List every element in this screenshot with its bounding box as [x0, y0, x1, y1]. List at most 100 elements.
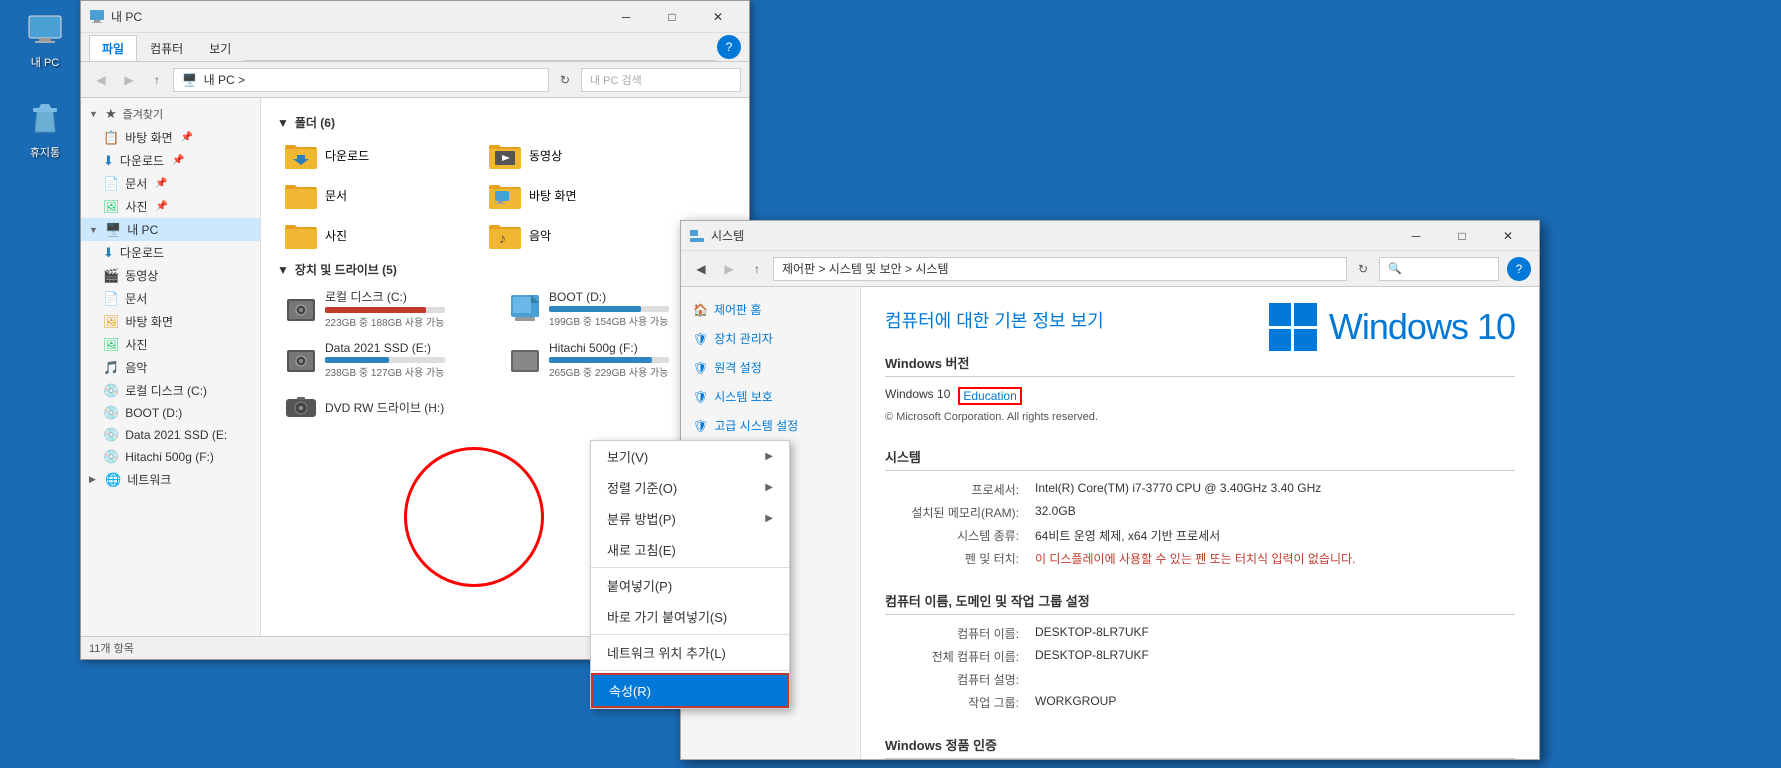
addressbar: ◀ ▶ ↑ 🖥️ 내 PC > ↻ 내 PC 검색 [81, 62, 749, 98]
address-field[interactable]: 🖥️ 내 PC > [173, 68, 549, 92]
computer-desc-label: 컴퓨터 설명: [885, 671, 1035, 688]
sidebar-item-mypc[interactable]: ▼ 🖥️ 내 PC [81, 218, 260, 241]
sys-sidebar-protection[interactable]: 🛡 시스템 보호 [681, 382, 860, 411]
folder-name-doc: 문서 [325, 187, 347, 204]
tab-computer[interactable]: 컴퓨터 [137, 35, 196, 61]
system-titlebar: 시스템 ─ □ ✕ [681, 221, 1539, 251]
address-text: 내 PC > [204, 71, 245, 88]
sys-sidebar-advanced[interactable]: 🛡 고급 시스템 설정 [681, 411, 860, 440]
folder-grid: 다운로드 동영상 문서 바탕 화면 [277, 137, 733, 253]
sys-up-btn[interactable]: ↑ [745, 257, 769, 281]
sidebar-item-pictures[interactable]: 🖼 사진 📌 [81, 195, 260, 218]
shield-icon-device: 🛡 [693, 332, 708, 346]
ctx-sep1 [591, 567, 789, 568]
education-badge: Education [958, 387, 1021, 405]
sys-close-btn[interactable]: ✕ [1485, 220, 1531, 252]
search-placeholder: 내 PC 검색 [590, 72, 642, 88]
sidebar-item-docs2[interactable]: 📄 문서 [81, 287, 260, 310]
sys-help-btn[interactable]: ? [1507, 257, 1531, 281]
sidebar-item-edrive[interactable]: 💿 Data 2021 SSD (E: [81, 424, 260, 446]
sidebar-item-desktop2[interactable]: 🖼 바탕 화면 [81, 310, 260, 333]
help-btn[interactable]: ? [717, 35, 741, 59]
sys-maximize-btn[interactable]: □ [1439, 220, 1485, 252]
desktop-icon-mypc[interactable]: 내 PC [10, 10, 80, 70]
sidebar-item-favorites: ▼ ★ 즐겨찾기 [81, 102, 260, 126]
folders-section-header: ▼ 폴더 (6) [277, 114, 733, 131]
ctx-paste[interactable]: 붙여넣기(P) [591, 570, 789, 601]
desktop-icon-recycle[interactable]: 휴지통 [10, 100, 80, 160]
sys-forward-btn[interactable]: ▶ [717, 257, 741, 281]
shield-icon-protect: 🛡 [693, 390, 708, 404]
sidebar-item-downloads[interactable]: ⬇ 다운로드 📌 [81, 149, 260, 172]
full-name-label: 전체 컴퓨터 이름: [885, 648, 1035, 665]
sidebar-item-dl2[interactable]: ⬇ 다운로드 [81, 241, 260, 264]
close-btn[interactable]: ✕ [695, 1, 741, 33]
pen-touch-value: 이 디스플레이에 사용할 수 있는 펜 또는 터치식 입력이 없습니다. [1035, 550, 1355, 567]
win10-text: Windows 10 [1329, 306, 1515, 348]
ctx-sep2 [591, 634, 789, 635]
folder-item-desktop[interactable]: 바탕 화면 [481, 177, 681, 213]
mypc-label: 내 PC [31, 54, 59, 70]
forward-btn[interactable]: ▶ [117, 68, 141, 92]
drive-e[interactable]: Data 2021 SSD (E:) 238GB 중 127GB 사용 가능 [277, 337, 497, 383]
sys-search-field[interactable]: 🔍 [1379, 257, 1499, 281]
up-btn[interactable]: ↑ [145, 68, 169, 92]
sidebar-item-photos2[interactable]: 🖼 사진 [81, 333, 260, 356]
sidebar-item-fdrive[interactable]: 💿 Hitachi 500g (F:) [81, 446, 260, 468]
folder-name-video: 동영상 [529, 147, 562, 164]
folder-item-doc[interactable]: 문서 [277, 177, 477, 213]
drive-h[interactable]: DVD RW 드라이브 (H:) [277, 387, 497, 427]
folder-name-photo: 사진 [325, 227, 347, 244]
ctx-properties[interactable]: 속성(R) [591, 673, 789, 708]
sys-address-text: 제어판 > 시스템 및 보안 > 시스템 [782, 260, 949, 277]
arrow-icon-view: ▶ [765, 451, 773, 462]
ctx-network[interactable]: 네트워크 위치 추가(L) [591, 637, 789, 668]
drives-section-header: ▼ 장치 및 드라이브 (5) [277, 261, 733, 278]
context-menu: 보기(V) ▶ 정렬 기준(O) ▶ 분류 방법(P) ▶ 새로 고침(E) 붙… [590, 440, 790, 709]
system-window: 시스템 ─ □ ✕ ◀ ▶ ↑ 제어판 > 시스템 및 보안 > 시스템 ↻ 🔍… [680, 220, 1540, 760]
sys-back-btn[interactable]: ◀ [689, 257, 713, 281]
sys-sidebar-controlpanel[interactable]: 🏠 제어판 홈 [681, 295, 860, 324]
computer-name-label: 컴퓨터 이름: [885, 625, 1035, 642]
sidebar-item-docs[interactable]: 📄 문서 📌 [81, 172, 260, 195]
minimize-btn[interactable]: ─ [603, 1, 649, 33]
sys-address-field[interactable]: 제어판 > 시스템 및 보안 > 시스템 [773, 257, 1347, 281]
refresh-btn[interactable]: ↻ [553, 68, 577, 92]
sidebar-item-cdrive[interactable]: 💿 로컬 디스크 (C:) [81, 379, 260, 402]
processor-value: Intel(R) Core(TM) i7-3770 CPU @ 3.40GHz … [1035, 481, 1321, 498]
search-field[interactable]: 내 PC 검색 [581, 68, 741, 92]
sys-minimize-btn[interactable]: ─ [1393, 220, 1439, 252]
chevron-down-folders: ▼ [277, 116, 289, 130]
workgroup-value: WORKGROUP [1035, 694, 1116, 711]
system-body: 🏠 제어판 홈 🛡 장치 관리자 🛡 원격 설정 🛡 시스템 보호 🛡 [681, 287, 1539, 759]
chevron-down-drives: ▼ [277, 263, 289, 277]
folder-item-music[interactable]: ♪ 음악 [481, 217, 681, 253]
maximize-btn[interactable]: □ [649, 1, 695, 33]
folder-item-download[interactable]: 다운로드 [277, 137, 477, 173]
computer-section-title: 컴퓨터 이름, 도메인 및 작업 그룹 설정 [885, 591, 1515, 615]
tab-file[interactable]: 파일 [89, 35, 137, 61]
sidebar-item-ddrive[interactable]: 💿 BOOT (D:) [81, 402, 260, 424]
ctx-group[interactable]: 분류 방법(P) ▶ [591, 503, 789, 534]
ctx-paste-shortcut[interactable]: 바로 가기 붙여넣기(S) [591, 601, 789, 632]
system-type-value: 64비트 운영 체제, x64 기반 프로세서 [1035, 527, 1220, 544]
back-btn[interactable]: ◀ [89, 68, 113, 92]
sidebar-item-music[interactable]: 🎵 음악 [81, 356, 260, 379]
sidebar-item-network[interactable]: ▶ 🌐 네트워크 [81, 468, 260, 491]
folder-item-video[interactable]: 동영상 [481, 137, 681, 173]
computer-name-section: 컴퓨터 이름, 도메인 및 작업 그룹 설정 컴퓨터 이름: DESKTOP-8… [885, 591, 1515, 711]
ctx-view[interactable]: 보기(V) ▶ [591, 441, 789, 472]
sidebar-item-desktop[interactable]: 📋 바탕 화면 📌 [81, 126, 260, 149]
ctx-refresh[interactable]: 새로 고침(E) [591, 534, 789, 565]
folder-item-photo[interactable]: 사진 [277, 217, 477, 253]
ctx-sort[interactable]: 정렬 기준(O) ▶ [591, 472, 789, 503]
tab-view[interactable]: 보기 [196, 35, 244, 61]
sidebar-item-videos[interactable]: 🎬 동영상 [81, 264, 260, 287]
sys-sidebar-remote[interactable]: 🛡 원격 설정 [681, 353, 860, 382]
sys-sidebar-devicemgr[interactable]: 🛡 장치 관리자 [681, 324, 860, 353]
sys-refresh-btn[interactable]: ↻ [1351, 257, 1375, 281]
drive-c[interactable]: 로컬 디스크 (C:) 223GB 중 188GB 사용 가능 [277, 284, 497, 333]
processor-label: 프로세서: [885, 481, 1035, 498]
ram-value: 32.0GB [1035, 504, 1076, 521]
arrow-icon-group: ▶ [765, 513, 773, 524]
